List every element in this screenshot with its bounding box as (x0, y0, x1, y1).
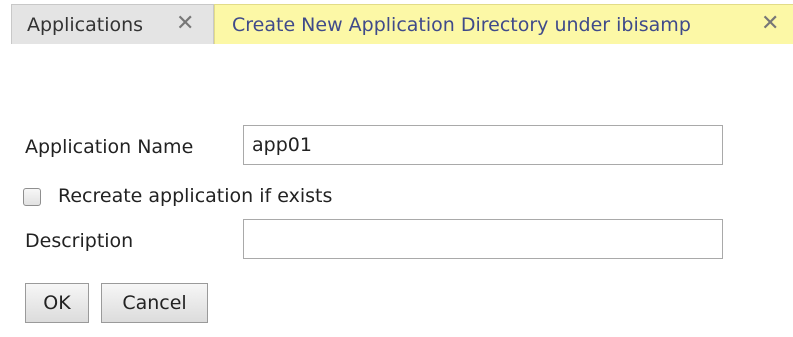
description-label: Description (25, 230, 134, 252)
tab-applications-label: Applications (27, 13, 144, 36)
application-name-label: Application Name (25, 136, 194, 158)
close-icon[interactable]: ✕ (761, 10, 779, 38)
tab-applications[interactable]: Applications ✕ (11, 4, 214, 44)
close-icon[interactable]: ✕ (176, 10, 194, 38)
recreate-application-checkbox[interactable] (23, 188, 41, 206)
cancel-button[interactable]: Cancel (101, 283, 208, 323)
tab-create-label: Create New Application Directory under i… (232, 13, 691, 36)
tab-bar: Applications ✕ Create New Application Di… (0, 0, 793, 44)
tab-create-application-directory[interactable]: Create New Application Directory under i… (214, 4, 793, 44)
description-input[interactable] (243, 219, 723, 259)
application-name-input[interactable] (243, 125, 723, 165)
ok-button[interactable]: OK (25, 283, 89, 323)
recreate-application-label[interactable]: Recreate application if exists (58, 185, 332, 207)
